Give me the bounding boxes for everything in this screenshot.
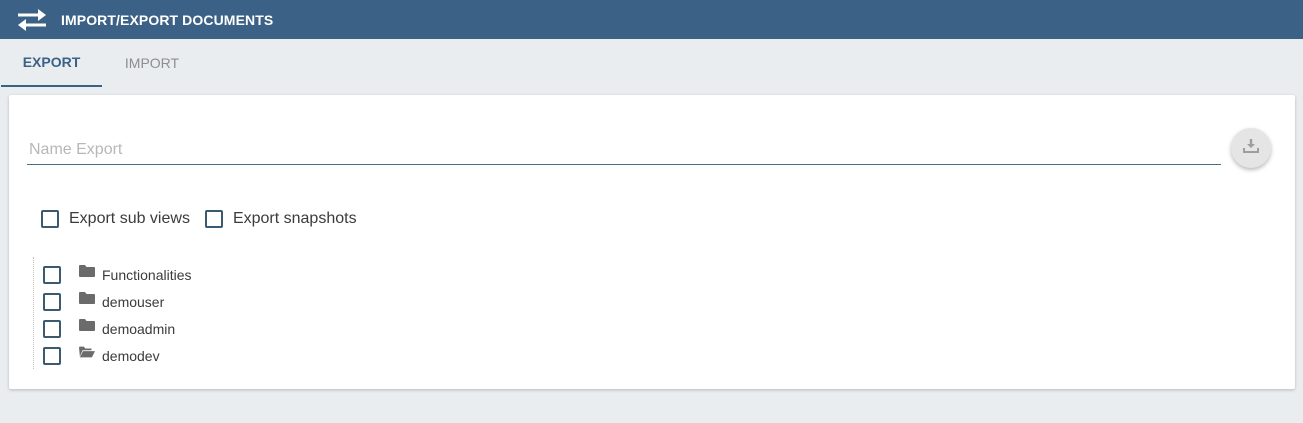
page-title: IMPORT/EXPORT DOCUMENTS [61, 11, 274, 28]
tree-item-checkbox[interactable] [43, 346, 61, 365]
header-bar: IMPORT/EXPORT DOCUMENTS [0, 0, 1303, 39]
folder-icon [79, 318, 95, 332]
tree-item-label: demoadmin [102, 320, 176, 337]
export-snapshots-label: Export snapshots [232, 210, 357, 227]
export-panel: Export sub views Export snapshots Functi… [9, 95, 1295, 389]
tree-item[interactable]: demouser [34, 288, 333, 315]
tree-item-label: demodev [102, 347, 160, 364]
tree-item-label: demouser [102, 293, 165, 310]
tab-export-label: EXPORT [22, 54, 81, 70]
tree-item[interactable]: demodev [34, 342, 333, 369]
download-icon [1242, 137, 1260, 160]
tree-item-checkbox[interactable] [43, 292, 61, 311]
tree-item-checkbox[interactable] [43, 265, 61, 284]
swap-arrows-icon [16, 8, 48, 32]
export-sub-views-label: Export sub views [69, 210, 190, 227]
folder-icon [79, 264, 95, 278]
tab-export[interactable]: EXPORT [1, 39, 102, 87]
tab-import-label: IMPORT [124, 55, 180, 71]
folder-icon [79, 291, 95, 305]
folder-open-icon [79, 345, 95, 359]
export-snapshots-checkbox[interactable] [204, 210, 223, 228]
export-sub-views-option[interactable]: Export sub views [41, 210, 190, 228]
export-sub-views-checkbox[interactable] [41, 210, 59, 228]
tree-item[interactable]: Functionalities [34, 261, 333, 288]
tree-item[interactable]: demoadmin [34, 315, 333, 342]
tab-import[interactable]: IMPORT [102, 39, 202, 87]
download-button[interactable] [1231, 128, 1271, 168]
folder-tree: Functionalities demouser demoadmin demod… [33, 257, 333, 369]
export-snapshots-option[interactable]: Export snapshots [204, 210, 357, 228]
tree-item-checkbox[interactable] [43, 319, 61, 338]
export-options: Export sub views Export snapshots [41, 210, 372, 228]
tree-item-label: Functionalities [102, 266, 192, 283]
name-export-input[interactable] [27, 135, 1221, 165]
tab-bar: EXPORT IMPORT [1, 39, 202, 87]
